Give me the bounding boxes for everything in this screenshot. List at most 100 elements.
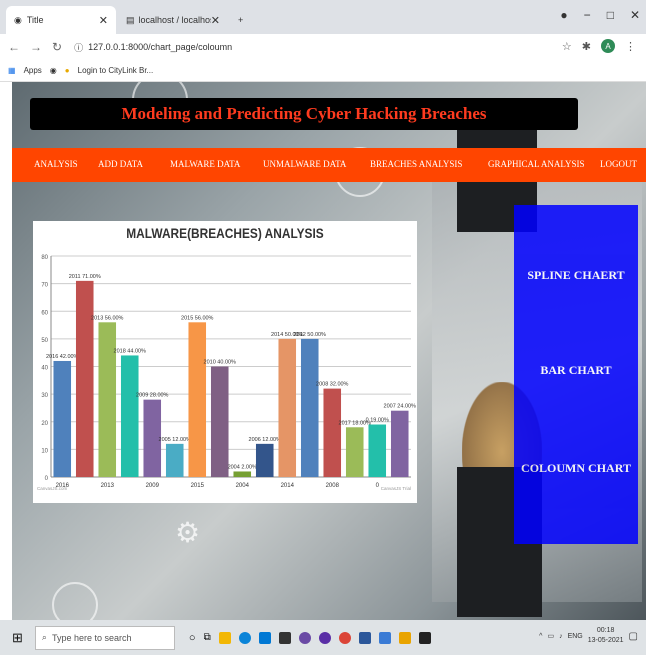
malware-chart: MALWARE(BREACHES) ANALYSIS 0 10 20 30 40 50 60… bbox=[33, 221, 417, 503]
bar-chart-link[interactable]: BAR CHART bbox=[514, 363, 638, 378]
minimize-icon[interactable]: − bbox=[584, 8, 591, 22]
x-tick-label: 2008 bbox=[326, 483, 340, 489]
bar-data-label: 2016 42.00% bbox=[46, 354, 79, 360]
word-icon[interactable] bbox=[358, 631, 371, 644]
bookmark-apps[interactable]: Apps bbox=[24, 66, 42, 75]
bar-data-label: 2018 44.00% bbox=[114, 348, 147, 354]
tab-title[interactable]: ◉ Title ✕ bbox=[6, 6, 116, 34]
bar-data-label: 2006 12.00% bbox=[249, 437, 282, 443]
bar bbox=[300, 338, 319, 477]
bar-data-label: 2005 12.00% bbox=[159, 437, 192, 443]
spline-chart-link[interactable]: SPLINE CHAERT bbox=[514, 268, 638, 283]
bar bbox=[165, 443, 184, 477]
y-tick-label: 40 bbox=[41, 366, 48, 372]
back-icon[interactable]: ← bbox=[8, 40, 20, 54]
bar bbox=[255, 443, 274, 477]
clock[interactable]: 00:18 13-05-2021 bbox=[588, 626, 624, 646]
taskbar-search[interactable]: ⌕ Type here to search bbox=[34, 625, 175, 650]
nav-buttons: ← → ↻ bbox=[8, 40, 62, 54]
y-tick-label: 10 bbox=[41, 448, 48, 454]
task-view-icon[interactable]: ⧉ bbox=[204, 632, 211, 643]
credits-left: CanvasJS.com bbox=[37, 486, 68, 491]
file-explorer-icon[interactable] bbox=[218, 631, 231, 644]
bar bbox=[368, 424, 387, 477]
y-tick-label: 20 bbox=[41, 421, 48, 427]
credits-right: CanvasJS Trial bbox=[381, 486, 411, 491]
clock-date: 13-05-2021 bbox=[587, 637, 624, 644]
system-tray: ^ ▭ ♪ ENG 00:18 13-05-2021 ▢ bbox=[539, 626, 638, 646]
tab-localhost[interactable]: ▤ localhost / localhost / hacking / ✕ bbox=[118, 6, 228, 34]
bookmark-favicon-icon: ● bbox=[64, 66, 70, 75]
x-tick-label: 0 bbox=[376, 483, 380, 489]
page-title: Modeling and Predicting Cyber Hacking Br… bbox=[121, 104, 487, 123]
bar-data-label: 2009 28.00% bbox=[136, 393, 169, 399]
app-icon[interactable] bbox=[378, 631, 391, 644]
address-bar: ← → ↻ ⓘ 127.0.0.1:8000/chart_page/coloum… bbox=[0, 34, 646, 60]
nav-unmalware-data[interactable]: UNMALWARE DATA bbox=[263, 159, 346, 169]
profile-circle-icon[interactable]: ● bbox=[560, 8, 567, 22]
maximize-icon[interactable]: □ bbox=[607, 8, 614, 22]
nav-breaches-analysis[interactable]: BREACHES ANALYSIS bbox=[370, 159, 462, 169]
close-tab-icon[interactable]: ✕ bbox=[99, 14, 108, 27]
browser-tab-bar: ◉ Title ✕ ▤ localhost / localhost / hack… bbox=[0, 0, 646, 34]
nav-graphical-analysis[interactable]: GRAPHICAL ANALYSIS bbox=[488, 159, 585, 169]
bar-data-label: 2011 71.00% bbox=[69, 274, 101, 280]
app-icon[interactable] bbox=[318, 631, 331, 644]
volume-icon[interactable]: ♪ bbox=[559, 633, 563, 640]
chrome-icon[interactable] bbox=[338, 631, 351, 644]
globe-icon: ◉ bbox=[49, 66, 57, 75]
menu-dots-icon[interactable]: ⋮ bbox=[625, 40, 636, 53]
chevron-up-icon[interactable]: ^ bbox=[539, 633, 542, 640]
nav-add-data[interactable]: ADD DATA bbox=[98, 159, 143, 169]
edge-icon[interactable] bbox=[238, 631, 251, 644]
forward-icon[interactable]: → bbox=[30, 40, 42, 54]
app-icon[interactable] bbox=[418, 631, 431, 644]
new-tab-button[interactable]: + bbox=[230, 6, 250, 34]
clock-time: 00:18 bbox=[596, 627, 615, 634]
nav-malware-data[interactable]: MALWARE DATA bbox=[170, 159, 240, 169]
extensions-icon[interactable]: ✱ bbox=[582, 40, 591, 53]
apps-grid-icon[interactable]: ▦ bbox=[8, 66, 16, 75]
url-field[interactable]: ⓘ 127.0.0.1:8000/chart_page/coloumn bbox=[74, 41, 232, 54]
network-icon[interactable]: ▭ bbox=[547, 632, 554, 640]
windows-start-icon[interactable]: ⊞ bbox=[12, 630, 23, 646]
bar-data-label: 2007 24.00% bbox=[384, 404, 417, 410]
info-icon[interactable]: ⓘ bbox=[74, 41, 83, 54]
bar bbox=[98, 322, 117, 477]
y-tick-label: 0 bbox=[45, 476, 49, 482]
reload-icon[interactable]: ↻ bbox=[52, 40, 62, 54]
nav-analysis[interactable]: ANALYSIS bbox=[34, 159, 78, 169]
close-window-icon[interactable]: ✕ bbox=[630, 8, 640, 22]
bookmarks-bar: ▦ Apps ◉ ● Login to CityLink Br... bbox=[0, 60, 646, 82]
app-icon[interactable] bbox=[278, 631, 291, 644]
app-icon[interactable] bbox=[298, 631, 311, 644]
bar-data-label: 2010 40.00% bbox=[204, 360, 237, 366]
cortana-icon[interactable]: ○ bbox=[189, 632, 196, 644]
language-indicator[interactable]: ENG bbox=[568, 633, 583, 640]
bar-data-label: 2013 56.00% bbox=[91, 315, 124, 321]
bar bbox=[233, 471, 252, 477]
notification-icon[interactable]: ▢ bbox=[629, 631, 638, 642]
x-tick-label: 2015 bbox=[191, 483, 205, 489]
close-tab-icon[interactable]: ✕ bbox=[211, 14, 220, 27]
star-icon[interactable]: ☆ bbox=[562, 40, 572, 53]
bar bbox=[345, 427, 364, 477]
window-controls: ● − □ ✕ bbox=[560, 8, 640, 22]
bar-data-label: 0 19.00% bbox=[366, 418, 389, 424]
avatar[interactable]: A bbox=[601, 39, 615, 53]
bar bbox=[278, 338, 297, 477]
plus-icon: + bbox=[238, 15, 244, 25]
store-icon[interactable] bbox=[258, 631, 271, 644]
bar bbox=[210, 366, 229, 477]
bookmark-citylink[interactable]: Login to CityLink Br... bbox=[78, 66, 154, 75]
nav-logout[interactable]: LOGOUT bbox=[600, 159, 637, 169]
bar bbox=[390, 410, 409, 477]
search-icon: ⌕ bbox=[41, 632, 47, 642]
column-chart-link[interactable]: COLOUMN CHART bbox=[514, 461, 638, 476]
app-icon[interactable] bbox=[398, 631, 411, 644]
bar bbox=[323, 388, 342, 477]
tab-label: localhost / localhost / hacking / bbox=[138, 15, 211, 25]
bar-data-label: 2015 56.00% bbox=[181, 315, 214, 321]
chart-type-panel: SPLINE CHAERT BAR CHART COLOUMN CHART bbox=[514, 205, 638, 544]
gear-icon: ⚙ bbox=[175, 517, 201, 548]
